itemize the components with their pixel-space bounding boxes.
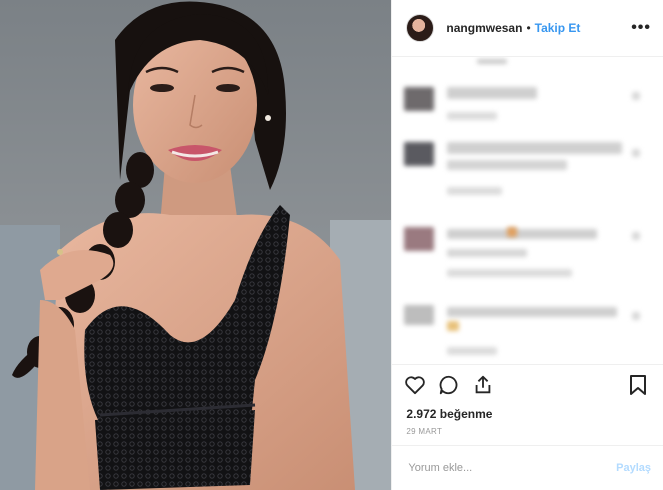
- comment-input[interactable]: [406, 461, 617, 475]
- comment-avatar[interactable]: [404, 142, 435, 166]
- comment-text: [447, 142, 623, 154]
- likes-count[interactable]: 2.972 beğenme: [392, 405, 663, 423]
- username[interactable]: nangmwesan: [446, 21, 522, 35]
- post-photo[interactable]: [0, 0, 392, 490]
- add-comment-bar: Paylaş: [392, 445, 663, 490]
- comment-meta: [447, 187, 503, 195]
- post-date: 29 MART: [406, 427, 443, 436]
- comment-emoji: [447, 321, 460, 331]
- comment-like-icon[interactable]: [632, 312, 641, 320]
- comment-like-icon[interactable]: [632, 149, 641, 157]
- comment-avatar[interactable]: [404, 87, 435, 111]
- post-header: nangmwesan • Takip Et •••: [392, 0, 663, 57]
- comment-text: [447, 249, 528, 257]
- avatar[interactable]: [406, 14, 435, 42]
- comment-avatar[interactable]: [404, 305, 435, 325]
- comment-like-icon[interactable]: [632, 92, 641, 100]
- comment-text: [447, 307, 618, 317]
- comment-text: [447, 87, 538, 99]
- comments-list: [392, 57, 663, 364]
- comment-placeholder: [477, 59, 508, 64]
- comment-icon[interactable]: [436, 372, 462, 398]
- comment-avatar[interactable]: [404, 227, 435, 251]
- action-bar: [392, 364, 663, 405]
- more-options-icon[interactable]: •••: [631, 19, 651, 37]
- comment-text: [447, 229, 598, 239]
- bookmark-icon[interactable]: [625, 372, 651, 398]
- separator-dot: •: [526, 21, 531, 35]
- comment-meta: [447, 112, 498, 120]
- comment-meta: [447, 269, 573, 277]
- comment-like-icon[interactable]: [632, 232, 641, 240]
- comment-text: [447, 160, 568, 170]
- post-comment-button[interactable]: Paylaş: [616, 462, 651, 474]
- post-sidebar: nangmwesan • Takip Et ••• 2.972 beğenme …: [391, 0, 663, 490]
- follow-button[interactable]: Takip Et: [535, 21, 581, 35]
- instagram-post: nangmwesan • Takip Et ••• 2.972 beğenme …: [0, 0, 663, 490]
- comment-emoji: [507, 227, 518, 237]
- share-icon[interactable]: [470, 372, 496, 398]
- portrait-image: [0, 0, 392, 490]
- comment-meta: [447, 347, 498, 355]
- heart-icon[interactable]: [402, 372, 428, 398]
